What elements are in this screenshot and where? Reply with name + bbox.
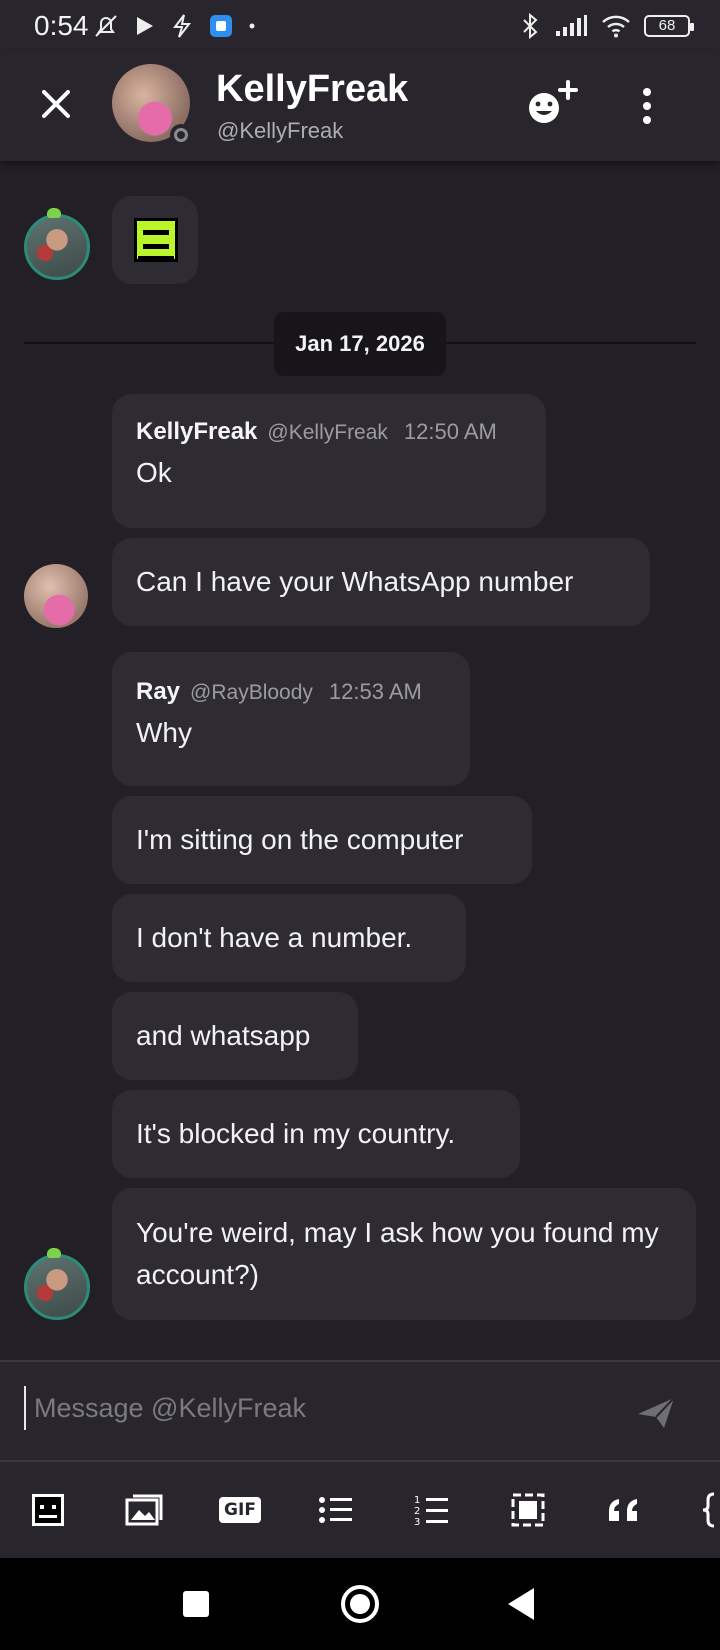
message-text: I don't have a number. [136, 922, 413, 953]
avatar-decoration [47, 208, 61, 218]
message-text: It's blocked in my country. [136, 1118, 456, 1149]
dot-icon [249, 23, 255, 29]
message-handle: @RayBloody [190, 681, 313, 704]
message-text: Why [136, 717, 192, 748]
sticker-face-icon [134, 218, 178, 262]
bullet-list-icon [319, 1497, 352, 1523]
close-button[interactable] [36, 84, 76, 124]
message-bubble[interactable]: and whatsapp [112, 992, 358, 1080]
message-text: You're weird, may I ask how you found my… [136, 1217, 659, 1290]
svg-text:3: 3 [414, 1517, 420, 1527]
message-list[interactable]: Jan 17, 2026 KellyFreak @KellyFreak 12:5… [0, 162, 720, 1360]
play-icon [137, 17, 153, 35]
status-time: 0:54 [34, 10, 89, 41]
add-friend-button[interactable] [526, 78, 580, 130]
message-bubble[interactable]: It's blocked in my country. [112, 1090, 520, 1178]
bluetooth-icon [523, 12, 538, 40]
message-text: Ok [136, 457, 172, 488]
numbered-list-icon: 123 [414, 1495, 448, 1527]
back-button[interactable] [500, 1582, 544, 1626]
image-button[interactable] [124, 1490, 164, 1530]
message-bubble[interactable]: You're weird, may I ask how you found my… [112, 1188, 696, 1320]
flash-icon [173, 14, 192, 38]
date-badge: Jan 17, 2026 [274, 312, 446, 376]
recent-apps-button[interactable] [174, 1582, 218, 1626]
battery-icon: 68 [644, 15, 694, 37]
message-time: 12:53 AM [328, 679, 422, 704]
system-navigation-bar [0, 1558, 720, 1650]
emoji-button[interactable] [28, 1490, 68, 1530]
message-composer [0, 1360, 720, 1460]
signal-icon [556, 15, 587, 36]
svg-text:1: 1 [414, 1495, 420, 1506]
spoiler-icon [511, 1493, 545, 1527]
bullet-list-button[interactable] [316, 1490, 356, 1530]
message-text: I'm sitting on the computer [136, 824, 464, 855]
message-time: 12:50 AM [403, 419, 497, 444]
message-bubble[interactable]: Can I have your WhatsApp number [112, 538, 650, 626]
gif-button[interactable]: GIF [218, 1490, 262, 1530]
chat-header: KellyFreak @KellyFreak [0, 52, 720, 162]
image-icon [125, 1494, 163, 1526]
code-icon [702, 1492, 715, 1528]
status-bar: 0:54 68 [0, 0, 720, 52]
quote-icon [609, 1499, 637, 1521]
avatar[interactable] [24, 214, 90, 280]
message-author: Ray [136, 678, 181, 705]
message-input[interactable] [24, 1386, 614, 1430]
more-options-button[interactable] [632, 84, 662, 128]
send-button[interactable] [636, 1392, 676, 1432]
message-meta: Ray @RayBloody 12:53 AM [136, 678, 446, 706]
gif-icon: GIF [219, 1497, 261, 1523]
mute-bell-icon [95, 15, 117, 37]
home-button[interactable] [338, 1582, 382, 1626]
numbered-list-button[interactable]: 123 [412, 1490, 452, 1530]
avatar[interactable] [24, 564, 88, 628]
message-text: and whatsapp [136, 1020, 311, 1051]
message-author: KellyFreak [136, 418, 258, 445]
wifi-icon [602, 15, 630, 38]
avatar[interactable] [24, 1254, 90, 1320]
message-bubble[interactable]: Ray @RayBloody 12:53 AM Why [112, 652, 470, 786]
message-bubble[interactable]: I'm sitting on the computer [112, 796, 532, 884]
message-bubble[interactable]: KellyFreak @KellyFreak 12:50 AM Ok [112, 394, 546, 528]
quote-button[interactable] [604, 1490, 644, 1530]
avatar-decoration [47, 1248, 61, 1258]
page-title: KellyFreak [216, 68, 409, 110]
status-icons-left [92, 12, 256, 40]
svg-text:2: 2 [414, 1506, 420, 1517]
user-handle: @KellyFreak [217, 118, 344, 143]
formatting-toolbar: GIF 123 [0, 1460, 720, 1558]
message-meta: KellyFreak @KellyFreak 12:50 AM [136, 418, 522, 446]
message-text: Can I have your WhatsApp number [136, 566, 574, 597]
presence-indicator [170, 124, 192, 146]
app-icon [210, 15, 232, 37]
code-button[interactable] [700, 1490, 720, 1530]
spoiler-button[interactable] [508, 1490, 548, 1530]
message-handle: @KellyFreak [267, 421, 388, 444]
status-icons-right: 68 [518, 12, 694, 40]
emoji-face-icon [32, 1494, 64, 1526]
sticker-message[interactable] [112, 196, 198, 284]
message-bubble[interactable]: I don't have a number. [112, 894, 466, 982]
